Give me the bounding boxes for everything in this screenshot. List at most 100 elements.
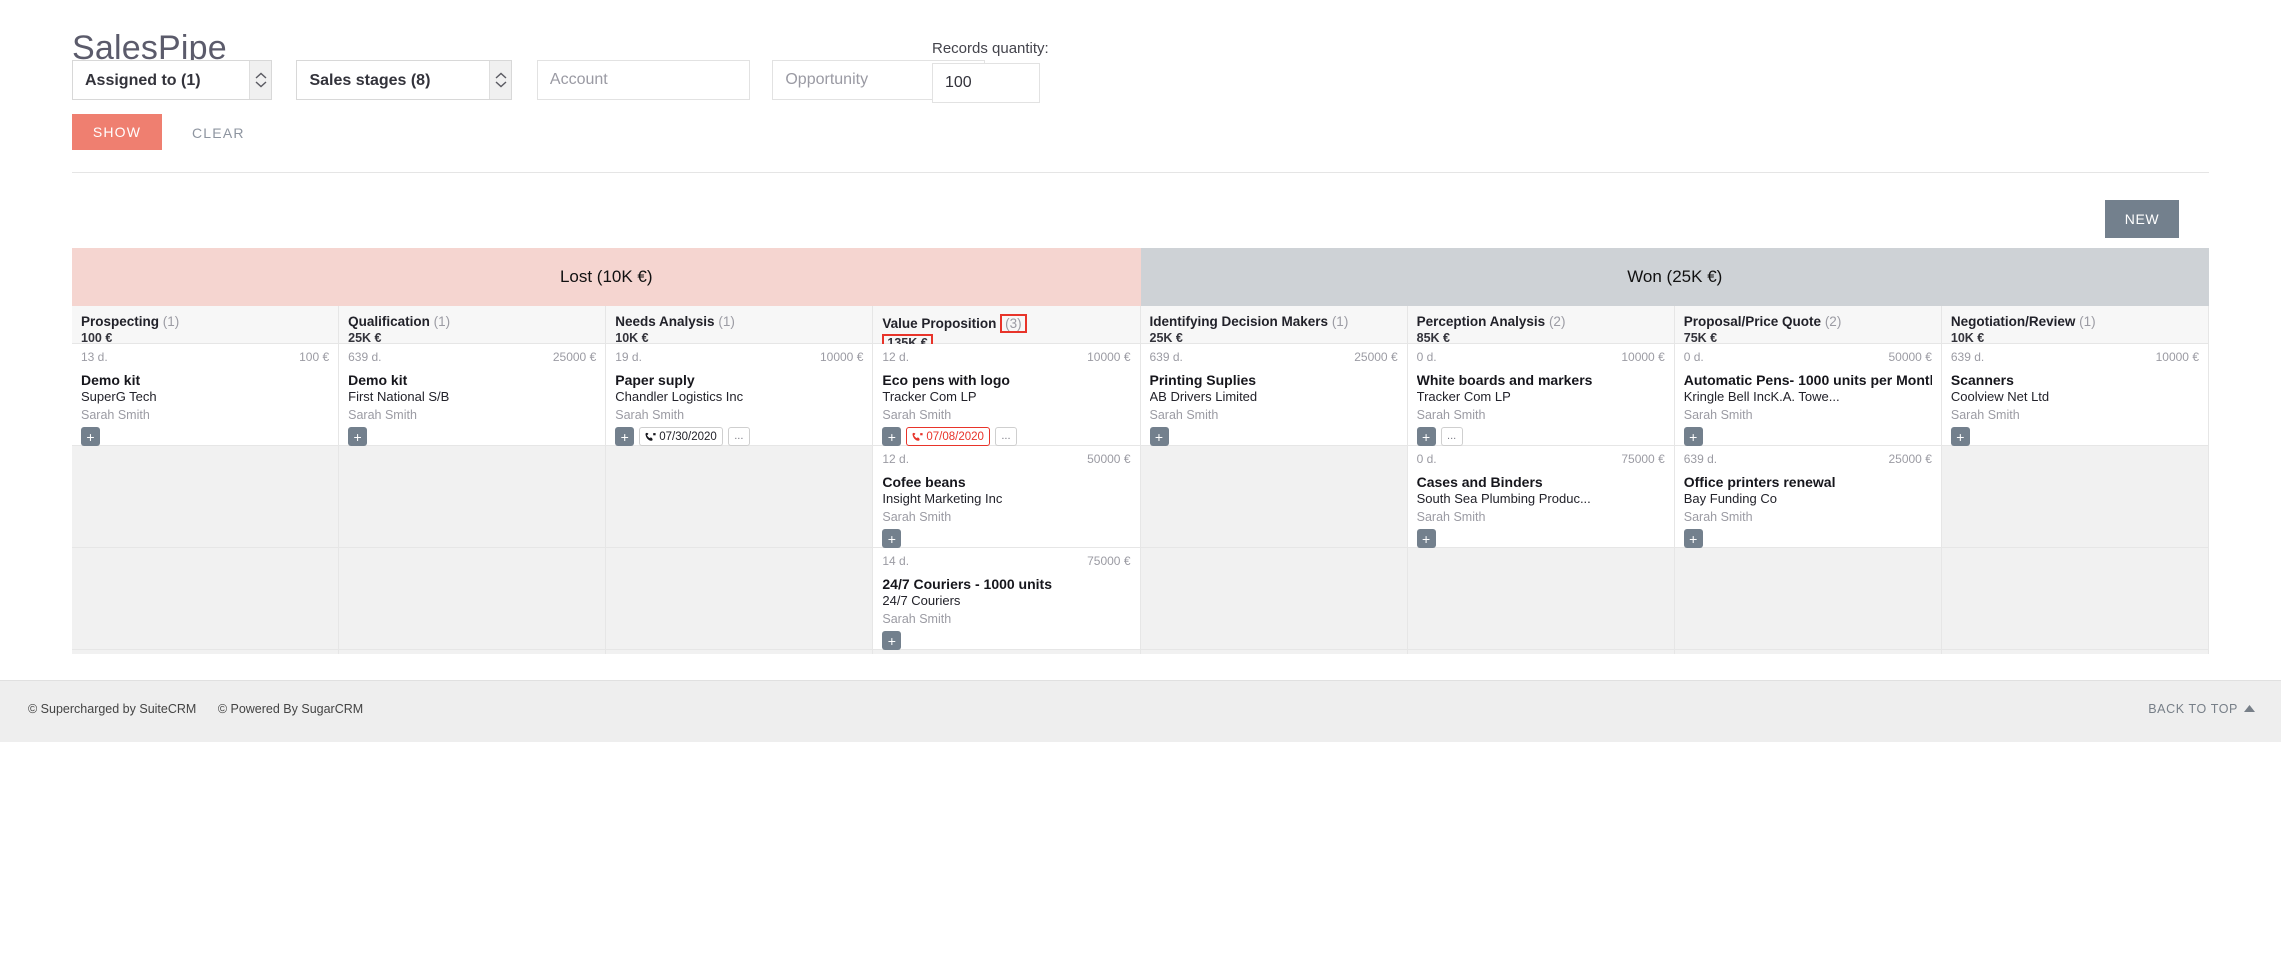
opportunity-card[interactable]: 14 d. 75000 € 24/7 Couriers - 1000 units 24… <box>873 548 1140 650</box>
card-opportunity-name[interactable]: Paper suply <box>615 372 863 388</box>
card-account-name[interactable]: SuperG Tech <box>81 389 329 404</box>
card-account-name[interactable]: Coolview Net Ltd <box>1951 389 2199 404</box>
stage-title: Value Proposition <box>882 316 997 331</box>
card-age: 12 d. <box>882 452 910 466</box>
card-activity-date: 07/30/2020 <box>659 430 717 443</box>
opportunity-card[interactable]: 19 d. 10000 € Paper suply Chandler Logistic… <box>606 344 873 446</box>
card-opportunity-name[interactable]: Scanners <box>1951 372 2199 388</box>
card-activity-date-badge[interactable]: 07/08/2020 <box>906 427 990 446</box>
card-assigned-user: Sarah Smith <box>1416 408 1486 422</box>
card-age: 639 d. <box>1683 452 1718 466</box>
card-opportunity-name[interactable]: Eco pens with logo <box>882 372 1130 388</box>
stage-record-count: (2) <box>1548 314 1566 329</box>
opportunity-card[interactable]: 639 d. 25000 € Office printers renewal Bay … <box>1674 446 1941 548</box>
caret-up-icon <box>2244 705 2255 712</box>
sales-stages-select[interactable]: Sales stages (8) <box>296 60 513 100</box>
opportunity-card[interactable]: 639 d. 10000 € Scanners Coolview Net Ltd Sar… <box>1941 344 2208 446</box>
card-opportunity-name[interactable]: Printing Suplies <box>1150 372 1398 388</box>
card-account-name[interactable]: Insight Marketing Inc <box>882 491 1130 506</box>
card-opportunity-name[interactable]: Automatic Pens- 1000 units per Month <box>1684 372 1932 388</box>
add-activity-button[interactable]: + <box>1149 427 1169 446</box>
opportunity-card[interactable]: 12 d. 50000 € Cofee beans Insight Marketing… <box>873 446 1140 548</box>
add-activity-button[interactable]: + <box>81 427 100 446</box>
add-activity-button[interactable]: + <box>615 427 635 446</box>
add-activity-button[interactable]: + <box>882 529 902 548</box>
card-opportunity-name[interactable]: Demo kit <box>348 372 596 388</box>
card-assigned-user: Sarah Smith <box>882 510 952 524</box>
card-opportunity-name[interactable]: Cofee beans <box>882 474 1130 490</box>
empty-slot <box>1140 446 1407 548</box>
sales-stages-spinner[interactable] <box>489 61 512 99</box>
card-actions: + <box>348 427 596 446</box>
empty-slot <box>1941 548 2208 650</box>
back-to-top-link[interactable]: BACK TO TOP <box>2148 702 2255 716</box>
add-activity-button[interactable]: + <box>882 631 902 650</box>
stage-record-count: (1) <box>718 314 735 329</box>
group-header-won: Won (25K €) <box>1140 248 2209 306</box>
add-activity-button[interactable]: + <box>1683 427 1703 446</box>
stage-total-amount: 25K € <box>1149 331 1183 345</box>
card-age: 639 d. <box>1149 350 1183 364</box>
card-account-name[interactable]: Bay Funding Co <box>1684 491 1932 506</box>
card-meta-row: 0 d. 10000 € <box>1417 350 1665 364</box>
card-age: 13 d. <box>81 350 108 364</box>
card-amount: 10000 € <box>2155 350 2199 364</box>
card-opportunity-name[interactable]: White boards and markers <box>1417 372 1665 388</box>
card-account-name[interactable]: Chandler Logistics Inc <box>615 389 863 404</box>
card-opportunity-name[interactable]: Demo kit <box>81 372 329 388</box>
assigned-to-spinner[interactable] <box>249 61 271 99</box>
show-button[interactable]: SHOW <box>72 114 162 150</box>
card-meta-row: 0 d. 75000 € <box>1417 452 1665 466</box>
stage-total-amount: 25K € <box>348 331 382 345</box>
empty-slot <box>1674 548 1941 650</box>
add-activity-button[interactable]: + <box>1950 427 1970 446</box>
card-account-name[interactable]: Tracker Com LP <box>882 389 1130 404</box>
card-more-button[interactable]: ... <box>1440 427 1463 446</box>
empty-slot <box>339 446 606 548</box>
card-account-name[interactable]: First National S/B <box>348 389 596 404</box>
stage-title: Qualification <box>348 314 430 329</box>
empty-slot <box>339 548 606 650</box>
add-activity-button[interactable]: + <box>348 427 368 446</box>
opportunity-card[interactable]: 12 d. 10000 € Eco pens with logo Tracker Co… <box>873 344 1140 446</box>
opportunity-card[interactable]: 0 d. 10000 € White boards and markers Track… <box>1407 344 1674 446</box>
add-activity-button[interactable]: + <box>882 427 902 446</box>
opportunity-card[interactable]: 639 d. 25000 € Printing Suplies AB Drivers … <box>1140 344 1407 446</box>
empty-slot <box>606 548 873 650</box>
card-account-name[interactable]: South Sea Plumbing Produc... <box>1417 491 1665 506</box>
opportunity-card[interactable]: 0 d. 75000 € Cases and Binders South Sea Pl… <box>1407 446 1674 548</box>
stage-column-body: 0 d. 50000 € Automatic Pens- 1000 units pe… <box>1674 344 1941 654</box>
card-account-name[interactable]: AB Drivers Limited <box>1150 389 1398 404</box>
suitecrm-credit: © Supercharged by SuiteCRM <box>28 702 197 716</box>
stage-column: Perception Analysis (2) 85K € 0 d. 10000 € W… <box>1407 306 1675 654</box>
empty-slot <box>606 446 873 548</box>
card-account-name[interactable]: Kringle Bell IncK.A. Towe... <box>1684 389 1932 404</box>
card-age: 14 d. <box>882 554 910 568</box>
opportunity-card[interactable]: 0 d. 50000 € Automatic Pens- 1000 units pe… <box>1674 344 1941 446</box>
opportunity-card[interactable]: 639 d. 25000 € Demo kit First National S/B S… <box>339 344 606 446</box>
card-account-name[interactable]: Tracker Com LP <box>1417 389 1665 404</box>
card-activity-date-badge[interactable]: 07/30/2020 <box>639 427 723 446</box>
new-button[interactable]: NEW <box>2105 200 2179 238</box>
card-amount: 75000 € <box>1087 554 1131 568</box>
card-opportunity-name[interactable]: Cases and Binders <box>1417 474 1665 490</box>
card-actions: + <box>882 631 1130 650</box>
card-meta-row: 639 d. 10000 € <box>1951 350 2199 364</box>
records-quantity-input[interactable] <box>932 63 1040 103</box>
assigned-to-select[interactable]: Assigned to (1) <box>72 60 272 100</box>
card-actions: + <box>1683 427 1932 446</box>
card-more-button[interactable]: ... <box>994 427 1017 446</box>
stage-title: Negotiation/Review <box>1950 314 2076 329</box>
add-activity-button[interactable]: + <box>1683 529 1703 548</box>
card-meta-row: 19 d. 10000 € <box>615 350 863 364</box>
card-account-name[interactable]: 24/7 Couriers <box>882 593 1130 608</box>
card-more-button[interactable]: ... <box>727 427 750 446</box>
card-opportunity-name[interactable]: Office printers renewal <box>1684 474 1932 490</box>
add-activity-button[interactable]: + <box>1416 427 1436 446</box>
opportunity-card[interactable]: 13 d. 100 € Demo kit SuperG Tech Sarah Smith… <box>72 344 339 446</box>
add-activity-button[interactable]: + <box>1416 529 1436 548</box>
card-opportunity-name[interactable]: 24/7 Couriers - 1000 units <box>882 576 1130 592</box>
account-input[interactable] <box>536 60 750 100</box>
clear-button[interactable]: CLEAR <box>186 114 251 150</box>
stage-title: Prospecting <box>81 314 160 329</box>
